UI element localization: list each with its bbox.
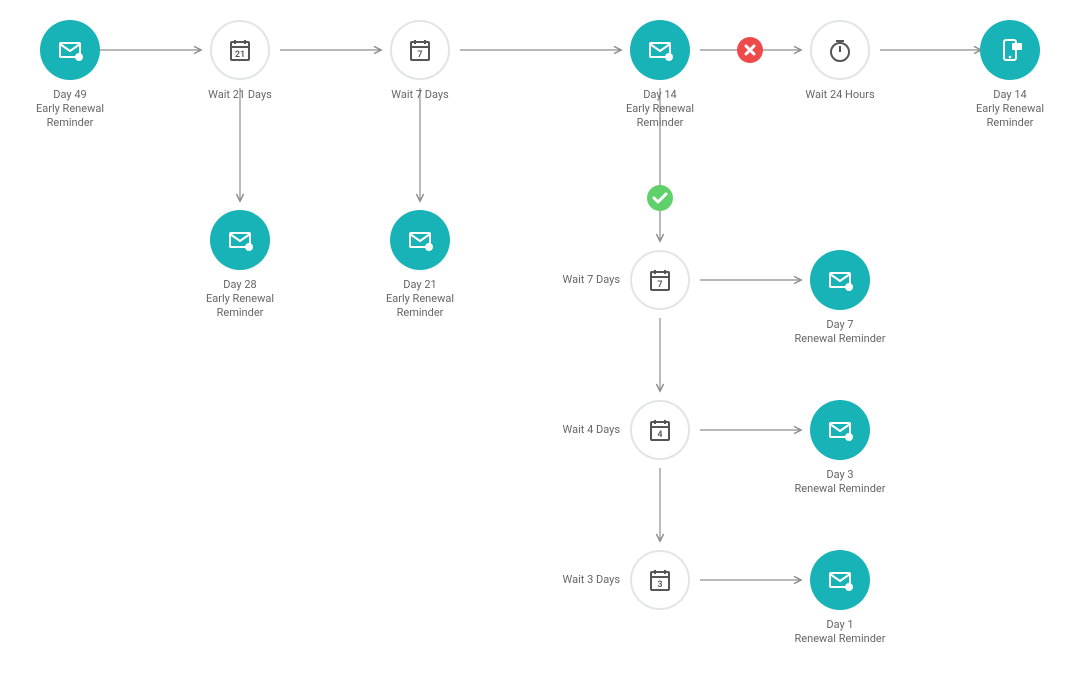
label: Wait 24 Hours — [780, 88, 900, 102]
calendar-icon: 21 — [210, 20, 270, 80]
mail-icon — [810, 400, 870, 460]
phone-icon — [980, 20, 1040, 80]
fail-badge — [737, 37, 763, 63]
node-day21[interactable]: Day 21 Early Renewal Reminder — [360, 210, 480, 319]
label: Day 49 — [10, 88, 130, 102]
node-wait7a[interactable]: 7 Wait 7 Days — [360, 20, 480, 102]
node-wait3[interactable]: 3 — [600, 550, 720, 618]
svg-text:21: 21 — [235, 50, 245, 60]
svg-text:7: 7 — [417, 50, 422, 60]
mail-icon — [40, 20, 100, 80]
node-day49[interactable]: Day 49 Early Renewal Reminder — [10, 20, 130, 129]
svg-text:7: 7 — [657, 280, 662, 290]
label: Day 21 — [360, 278, 480, 292]
node-wait24h[interactable]: Wait 24 Hours — [780, 20, 900, 102]
label: Day 3 — [780, 468, 900, 482]
label: Wait 7 Days — [360, 88, 480, 102]
mail-icon — [390, 210, 450, 270]
node-day14b[interactable]: Day 14 Early Renewal Reminder — [950, 20, 1070, 129]
label: Day 7 — [780, 318, 900, 332]
node-day7[interactable]: Day 7 Renewal Reminder — [780, 250, 900, 346]
node-wait7b[interactable]: 7 — [600, 250, 720, 318]
label: Wait 21 Days — [180, 88, 300, 102]
node-day1[interactable]: Day 1 Renewal Reminder — [780, 550, 900, 646]
calendar-icon: 7 — [630, 250, 690, 310]
label: Day 14 — [950, 88, 1070, 102]
mail-icon — [210, 210, 270, 270]
success-badge — [647, 185, 673, 211]
node-wait21[interactable]: 21 Wait 21 Days — [180, 20, 300, 102]
label: Day 1 — [780, 618, 900, 632]
workflow-diagram: Day 49 Early Renewal Reminder 21 Wait 21… — [0, 0, 1080, 680]
mail-icon — [630, 20, 690, 80]
node-wait4[interactable]: 4 — [600, 400, 720, 468]
node-day3[interactable]: Day 3 Renewal Reminder — [780, 400, 900, 496]
mail-icon — [810, 250, 870, 310]
mail-icon — [810, 550, 870, 610]
calendar-icon: 7 — [390, 20, 450, 80]
svg-text:4: 4 — [657, 430, 662, 440]
label: Day 28 — [180, 278, 300, 292]
svg-text:3: 3 — [657, 580, 662, 590]
calendar-icon: 3 — [630, 550, 690, 610]
node-day14a[interactable]: Day 14 Early Renewal Reminder — [600, 20, 720, 129]
calendar-icon: 4 — [630, 400, 690, 460]
timer-icon — [810, 20, 870, 80]
node-day28[interactable]: Day 28 Early Renewal Reminder — [180, 210, 300, 319]
label: Day 14 — [600, 88, 720, 102]
